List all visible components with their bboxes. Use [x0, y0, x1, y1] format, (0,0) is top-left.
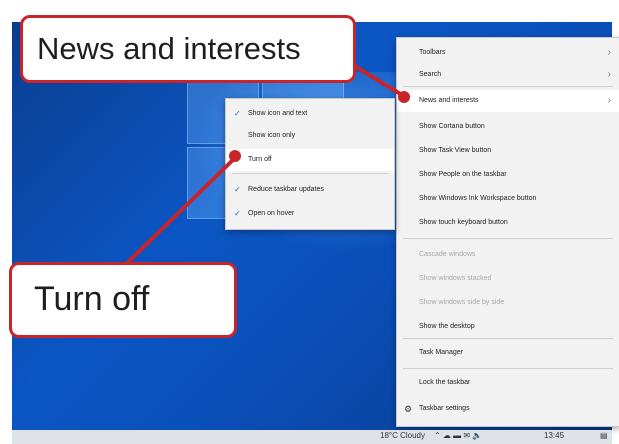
- callout-line-top: [346, 60, 404, 97]
- callout-turn-off: Turn off: [9, 262, 237, 338]
- callout-dot-bottom: [229, 150, 241, 162]
- callout-news-and-interests: News and interests: [20, 15, 356, 83]
- callout-line-bottom: [118, 153, 240, 272]
- callout-dot-top: [398, 91, 410, 103]
- callout-text: News and interests: [37, 31, 301, 66]
- screenshot-frame: Toolbars › Search › News and interests › Show …: [0, 0, 619, 444]
- callout-text: Turn off: [34, 280, 150, 318]
